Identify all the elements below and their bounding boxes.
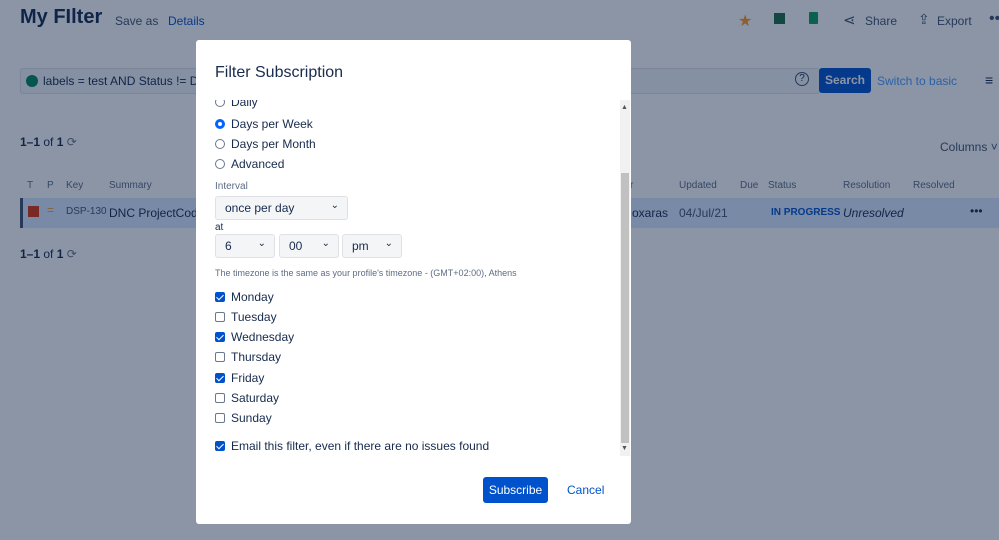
radio-daily[interactable]: Daily <box>215 100 258 109</box>
hour-select[interactable]: 6 ⌄ <box>215 234 275 258</box>
dialog-scroll-area: Daily Days per Week Days per Month Advan… <box>196 100 631 456</box>
checkbox-friday[interactable]: Friday <box>215 371 264 385</box>
chevron-down-icon: ⌄ <box>384 238 393 249</box>
checkbox-checked-icon <box>215 373 225 383</box>
checkbox-icon <box>215 393 225 403</box>
checkbox-wednesday[interactable]: Wednesday <box>215 330 294 344</box>
scrollbar-thumb[interactable] <box>621 173 629 443</box>
checkbox-saturday[interactable]: Saturday <box>215 391 279 405</box>
checkbox-thursday[interactable]: Thursday <box>215 350 281 364</box>
checkbox-monday[interactable]: Monday <box>215 290 274 304</box>
checkbox-icon <box>215 413 225 423</box>
at-label: at <box>215 222 224 233</box>
dialog-title: Filter Subscription <box>215 64 344 81</box>
checkbox-icon <box>215 312 225 322</box>
radio-advanced[interactable]: Advanced <box>215 157 284 171</box>
chevron-down-icon: ⌄ <box>321 238 330 249</box>
checkbox-icon <box>215 352 225 362</box>
checkbox-sunday[interactable]: Sunday <box>215 411 272 425</box>
radio-days-per-month[interactable]: Days per Month <box>215 137 316 151</box>
cancel-button[interactable]: Cancel <box>567 483 604 497</box>
radio-icon <box>215 139 225 149</box>
minute-select[interactable]: 00 ⌄ <box>279 234 339 258</box>
filter-subscription-dialog: Filter Subscription Daily Days per Week … <box>196 40 631 524</box>
scroll-up-icon[interactable]: ▲ <box>621 104 628 111</box>
radio-days-per-week[interactable]: Days per Week <box>215 117 313 131</box>
checkbox-checked-icon <box>215 441 225 451</box>
interval-select[interactable]: once per day ⌄ <box>215 196 348 220</box>
timezone-note: The timezone is the same as your profile… <box>215 268 517 278</box>
radio-icon <box>215 100 225 107</box>
interval-label: Interval <box>215 181 248 192</box>
radio-checked-icon <box>215 119 225 129</box>
checkbox-tuesday[interactable]: Tuesday <box>215 310 277 324</box>
scroll-down-icon[interactable]: ▼ <box>621 445 628 452</box>
ampm-select[interactable]: pm ⌄ <box>342 234 402 258</box>
chevron-down-icon: ⌄ <box>257 238 266 249</box>
checkbox-checked-icon <box>215 332 225 342</box>
subscribe-button[interactable]: Subscribe <box>483 477 548 503</box>
chevron-down-icon: ⌄ <box>330 200 339 211</box>
checkbox-email-empty[interactable]: Email this filter, even if there are no … <box>215 439 489 453</box>
checkbox-checked-icon <box>215 292 225 302</box>
radio-icon <box>215 159 225 169</box>
